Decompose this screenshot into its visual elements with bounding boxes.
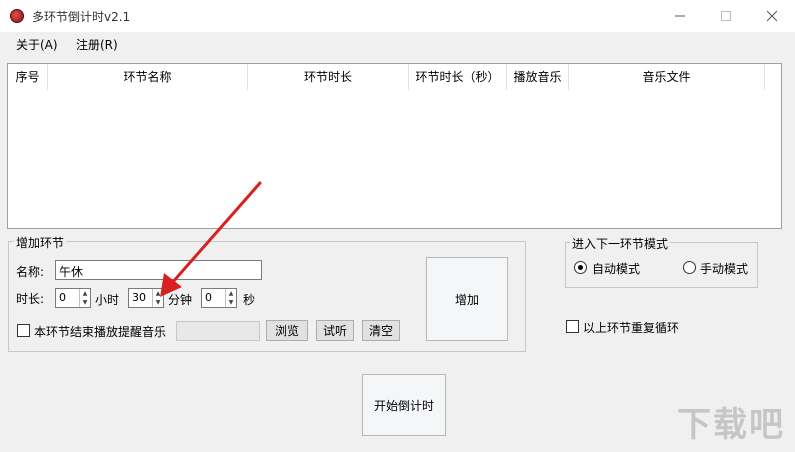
column-header-play-music[interactable]: 播放音乐 [507,64,569,90]
add-segment-group-title: 增加环节 [14,234,67,251]
hours-stepper-buttons[interactable]: ▲ ▼ [79,289,90,307]
segment-list[interactable]: 序号 环节名称 环节时长 环节时长（秒） 播放音乐 音乐文件 [7,63,782,229]
menu-about[interactable]: 关于(A) [16,36,58,53]
manual-mode-label[interactable]: 手动模式 [700,260,748,277]
auto-mode-label[interactable]: 自动模式 [592,260,640,277]
repeat-checkbox[interactable] [566,320,579,333]
browse-button[interactable]: 浏览 [266,320,308,341]
duration-label: 时长: [16,292,45,306]
menu-bar [0,32,795,56]
column-header-music-file[interactable]: 音乐文件 [569,64,765,90]
repeat-label[interactable]: 以上环节重复循环 [583,319,679,336]
hours-value: 0 [59,291,66,304]
auto-mode-radio[interactable] [574,261,587,274]
play-music-checkbox[interactable] [17,324,30,337]
column-header-index[interactable]: 序号 [8,64,48,90]
hours-stepper[interactable]: 0 ▲ ▼ [55,288,91,308]
mode-group-title: 进入下一环节模式 [570,235,671,252]
manual-mode-radio[interactable] [683,261,696,274]
minutes-value: 30 [132,291,146,304]
up-arrow-icon[interactable]: ▲ [80,289,90,298]
app-icon [10,9,24,23]
annotation-arrow-icon [160,181,262,297]
music-file-field [176,321,260,341]
minimize-icon [675,15,685,17]
preview-button[interactable]: 试听 [316,320,354,341]
clear-button[interactable]: 清空 [362,320,400,341]
maximize-icon [721,11,731,21]
hours-unit-label: 小时 [95,293,120,307]
start-countdown-button[interactable]: 开始倒计时 [362,374,446,436]
window-title: 多环节倒计时v2.1 [32,10,131,24]
maximize-button[interactable] [703,0,749,32]
minimize-button[interactable] [657,0,703,32]
name-label: 名称: [16,265,45,279]
menu-register[interactable]: 注册(R) [76,36,118,53]
close-icon [767,11,777,21]
down-arrow-icon[interactable]: ▼ [80,298,90,307]
name-input-value: 午休 [59,265,84,279]
add-button[interactable]: 增加 [426,257,508,341]
column-header-name[interactable]: 环节名称 [48,64,248,90]
watermark-logo: 下载吧 [677,405,785,445]
column-header-duration[interactable]: 环节时长 [248,64,409,90]
close-button[interactable] [749,0,795,32]
column-header-duration-seconds[interactable]: 环节时长（秒） [409,64,507,90]
play-music-label[interactable]: 本环节结束播放提醒音乐 [34,323,166,340]
